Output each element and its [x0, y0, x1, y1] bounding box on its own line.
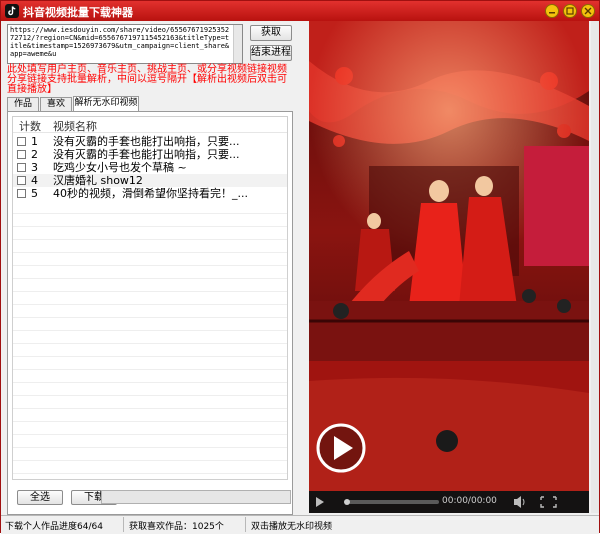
- row-index: 5: [31, 187, 38, 200]
- list-gridline: [13, 304, 287, 305]
- list-gridline: [13, 460, 287, 461]
- volume-icon[interactable]: [514, 496, 525, 508]
- list-gridline: [13, 356, 287, 357]
- list-gridline: [13, 252, 287, 253]
- video-player[interactable]: 00:00/00:00: [309, 21, 589, 513]
- title-bar[interactable]: 抖音视频批量下载神器: [1, 1, 599, 21]
- list-gridline: [13, 239, 287, 240]
- url-input[interactable]: https://www.iesdouyin.com/share/video/65…: [7, 24, 243, 64]
- list-gridline: [13, 330, 287, 331]
- row-title: 吃鸡少女小号也发个草稿 ~: [53, 161, 187, 174]
- tab-panel: 计数 视频名称 1 没有灭霸的手套也能打出响指，只要... 2 没有灭霸的手套也…: [7, 111, 293, 515]
- instruction-text: 此处填写用户主页、音乐主页、挑战主页、或分享视频链接视频分享链接支持批量解析，中…: [7, 64, 287, 95]
- list-gridline: [13, 473, 287, 474]
- player-scrollbar[interactable]: [591, 21, 599, 513]
- row-title: 没有灭霸的手套也能打出响指，只要...: [53, 148, 240, 161]
- tab-parse-no-watermark[interactable]: 解析无水印视频: [73, 96, 139, 111]
- row-index: 3: [31, 161, 38, 174]
- list-gridline: [13, 408, 287, 409]
- row-title: 40秒的视频，滑倒希望你坚持看完！_...: [53, 187, 248, 200]
- list-gridline: [13, 278, 287, 279]
- row-index: 4: [31, 174, 38, 187]
- list-gridline: [13, 382, 287, 383]
- row-index: 1: [31, 135, 38, 148]
- url-input-scrollbar[interactable]: [233, 25, 242, 63]
- tab-likes[interactable]: 喜欢: [40, 97, 72, 111]
- app-window: 抖音视频批量下载神器 https://www.iesdouyin.com/sha…: [0, 0, 600, 534]
- table-row[interactable]: 4 汉唐婚礼 show12: [13, 174, 287, 187]
- table-row[interactable]: 2 没有灭霸的手套也能打出响指，只要...: [13, 148, 287, 161]
- status-separator: [245, 517, 246, 532]
- download-progress-bar: [101, 490, 291, 504]
- list-gridline: [13, 447, 287, 448]
- url-input-value: https://www.iesdouyin.com/share/video/65…: [10, 26, 230, 58]
- list-gridline: [13, 317, 287, 318]
- table-row[interactable]: 5 40秒的视频，滑倒希望你坚持看完！_...: [13, 187, 287, 200]
- window-title: 抖音视频批量下载神器: [23, 6, 133, 19]
- row-title: 没有灭霸的手套也能打出响指，只要...: [53, 135, 240, 148]
- column-header-count[interactable]: 计数: [19, 118, 41, 134]
- list-gridline: [13, 213, 287, 214]
- status-likes-count: 获取喜欢作品：1025个: [129, 522, 224, 532]
- maximize-icon[interactable]: [563, 4, 577, 18]
- row-checkbox[interactable]: [17, 176, 26, 185]
- player-controls: 00:00/00:00: [309, 491, 589, 513]
- list-gridline: [13, 395, 287, 396]
- list-header: 计数 视频名称: [13, 117, 287, 133]
- status-download-progress: 下载个人作品进度64/64: [5, 522, 103, 532]
- end-process-button[interactable]: 结束进程: [250, 45, 292, 61]
- status-separator: [123, 517, 124, 532]
- list-gridline: [13, 343, 287, 344]
- status-hint: 双击播放无水印视频: [251, 522, 333, 532]
- row-checkbox[interactable]: [17, 137, 26, 146]
- video-frame-image: [309, 21, 589, 491]
- table-row[interactable]: 1 没有灭霸的手套也能打出响指，只要...: [13, 135, 287, 148]
- control-play-icon[interactable]: [316, 497, 324, 507]
- list-gridline: [13, 434, 287, 435]
- list-gridline: [13, 421, 287, 422]
- app-logo-icon: [5, 4, 19, 18]
- fullscreen-icon[interactable]: [540, 496, 557, 508]
- list-gridline: [13, 291, 287, 292]
- play-icon[interactable]: [316, 423, 366, 473]
- list-gridline: [13, 265, 287, 266]
- video-list[interactable]: 计数 视频名称 1 没有灭霸的手套也能打出响指，只要... 2 没有灭霸的手套也…: [12, 116, 288, 480]
- status-bar: 下载个人作品进度64/64 获取喜欢作品：1025个 双击播放无水印视频: [1, 515, 599, 534]
- seek-slider[interactable]: [344, 499, 439, 505]
- row-checkbox[interactable]: [17, 189, 26, 198]
- time-display: 00:00/00:00: [442, 496, 497, 506]
- close-icon[interactable]: [581, 4, 595, 18]
- table-row[interactable]: 3 吃鸡少女小号也发个草稿 ~: [13, 161, 287, 174]
- row-index: 2: [31, 148, 38, 161]
- list-gridline: [13, 369, 287, 370]
- row-title: 汉唐婚礼 show12: [53, 174, 143, 187]
- column-header-title[interactable]: 视频名称: [53, 118, 97, 134]
- row-checkbox[interactable]: [17, 163, 26, 172]
- list-gridline: [13, 226, 287, 227]
- minimize-icon[interactable]: [545, 4, 559, 18]
- select-all-button[interactable]: 全选: [17, 490, 63, 505]
- row-checkbox[interactable]: [17, 150, 26, 159]
- fetch-button[interactable]: 获取: [250, 25, 292, 41]
- tab-works[interactable]: 作品: [7, 97, 39, 111]
